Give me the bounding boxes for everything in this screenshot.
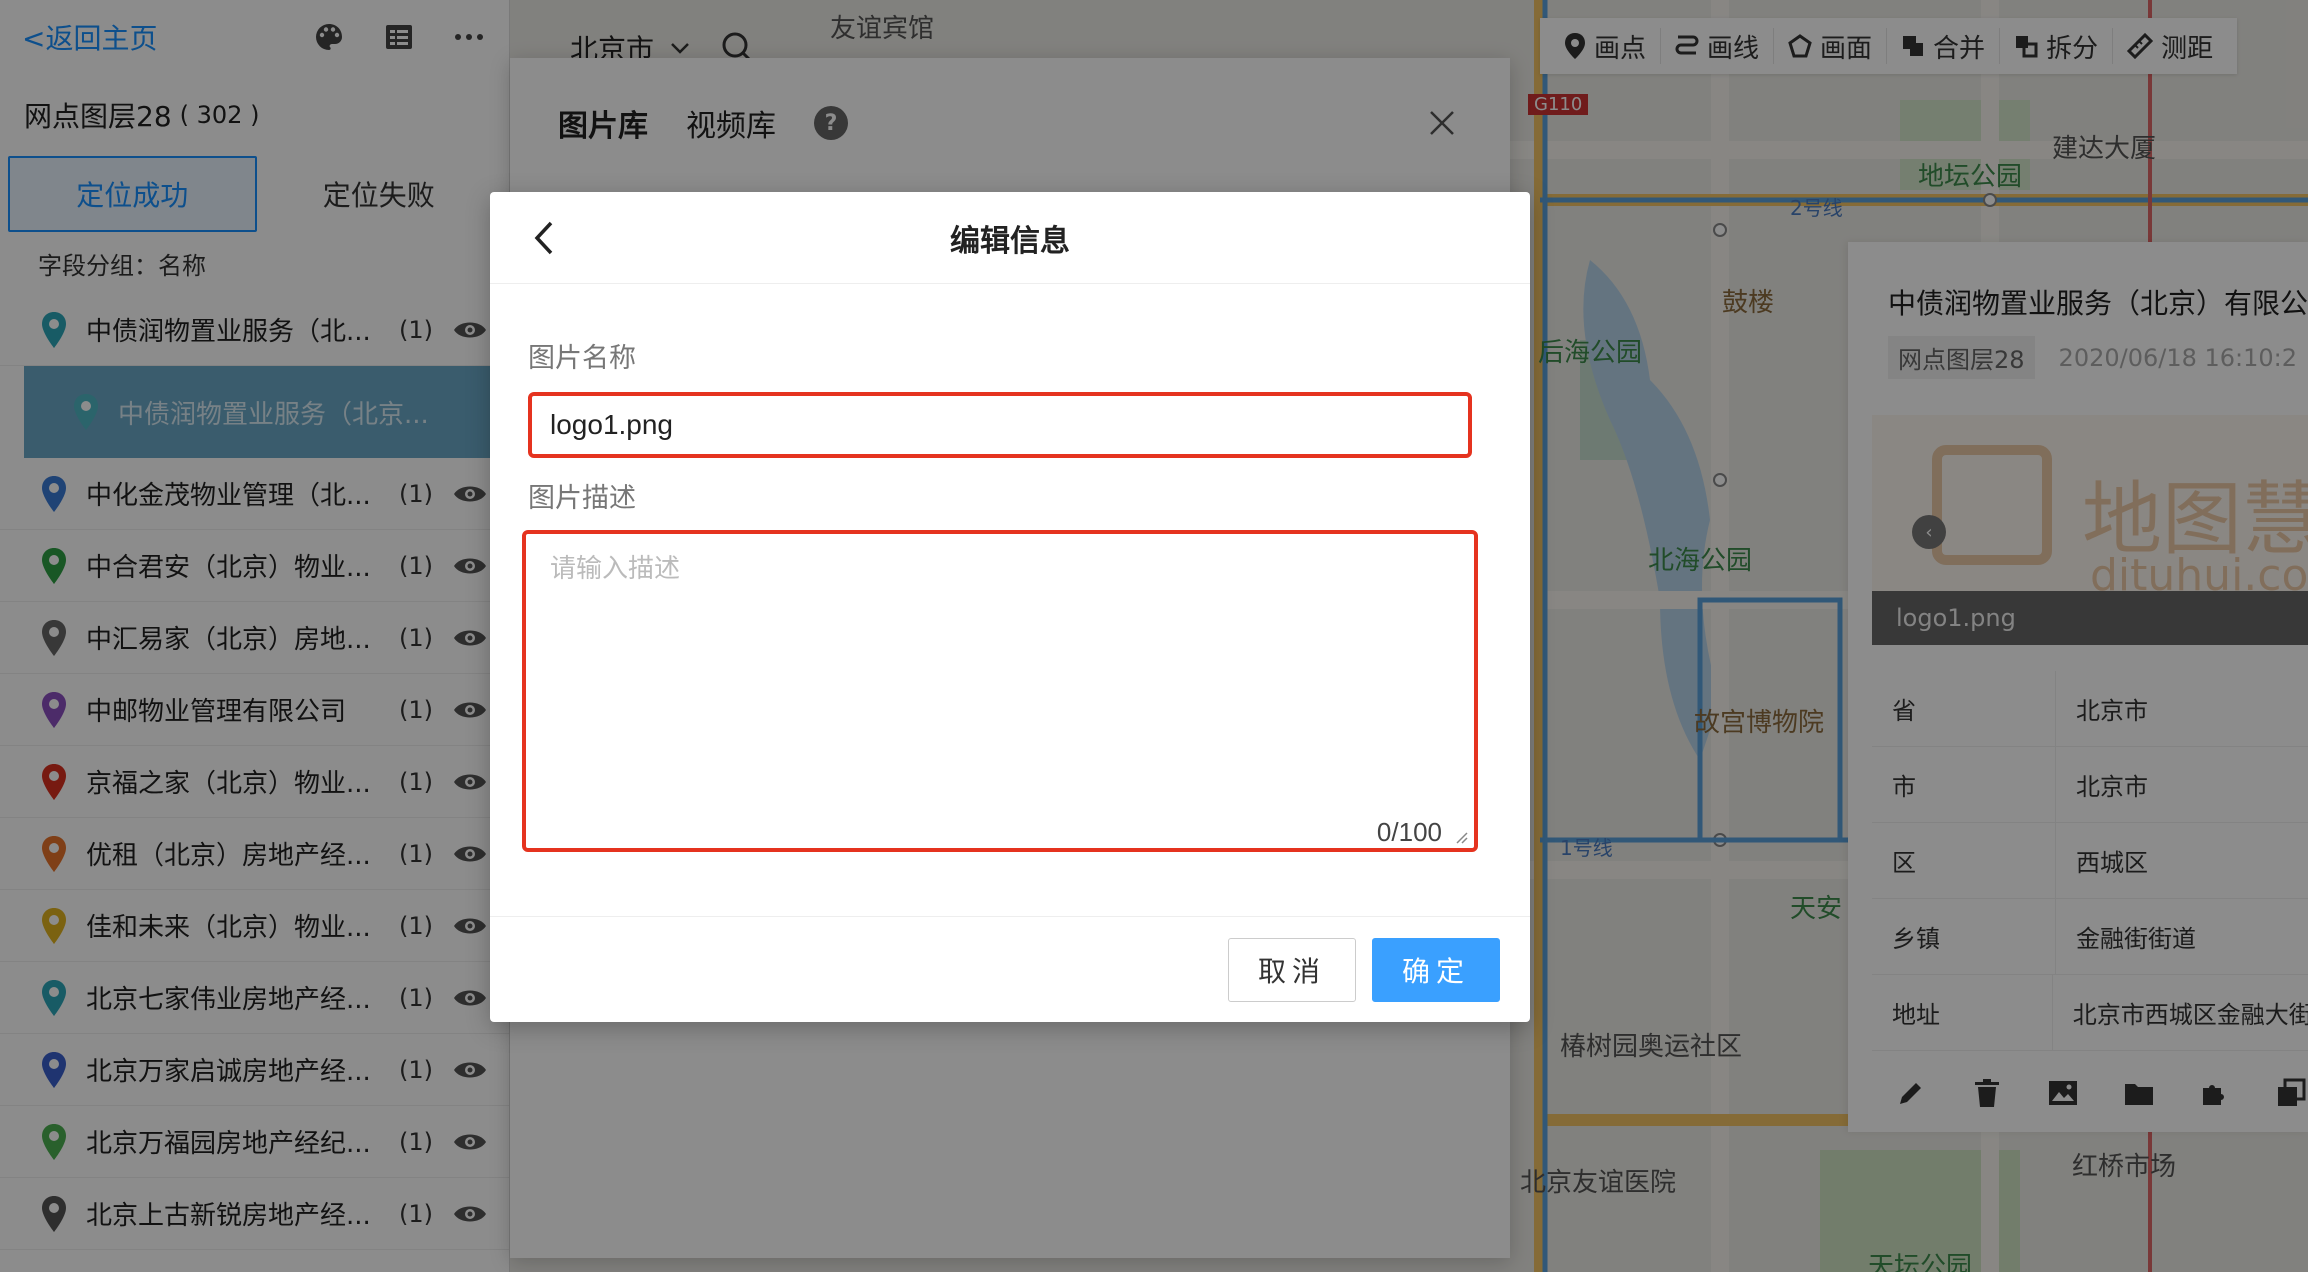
edit-dialog-header: 编辑信息 xyxy=(490,192,1530,284)
image-description-label: 图片描述 xyxy=(528,483,636,514)
dialog-title: 编辑信息 xyxy=(950,223,1070,259)
back-icon[interactable] xyxy=(526,218,562,258)
edit-dialog-footer: 取消 确定 xyxy=(490,916,1530,1022)
image-description-field[interactable]: 请输入描述 0/100 xyxy=(522,530,1478,852)
edit-form: 图片名称 logo1.png 图片描述 请输入描述 0/100 xyxy=(490,336,1530,852)
image-name-label: 图片名称 xyxy=(528,343,636,374)
cancel-button[interactable]: 取消 xyxy=(1228,937,1356,1002)
char-counter: 0/100 xyxy=(1376,817,1442,847)
confirm-button[interactable]: 确定 xyxy=(1372,937,1500,1002)
resize-handle-icon[interactable] xyxy=(1454,830,1468,844)
description-placeholder: 请输入描述 xyxy=(550,554,681,584)
edit-info-dialog: 编辑信息 图片名称 logo1.png 图片描述 请输入描述 0/100 取消 … xyxy=(490,192,1530,1022)
image-name-input[interactable]: logo1.png xyxy=(528,392,1472,458)
